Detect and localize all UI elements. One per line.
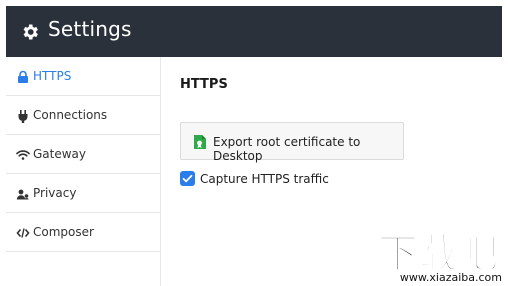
watermark-url: www.xiazaiba.com: [399, 271, 502, 284]
sidebar-item-label: Connections: [33, 108, 108, 122]
export-button-label: Export root certificate to Desktop: [213, 135, 361, 163]
watermark: 下载吧 www.xiazaiba.com: [366, 229, 502, 285]
capture-https-checkbox[interactable]: [180, 171, 195, 186]
sidebar-item-gateway[interactable]: Gateway: [6, 135, 161, 174]
sidebar-item-connections[interactable]: Connections: [6, 96, 161, 135]
title-bar: Settings: [6, 6, 502, 57]
export-certificate-button[interactable]: Export root certificate to Desktop: [180, 122, 404, 163]
users-icon: [16, 189, 29, 200]
lock-icon: [18, 70, 28, 83]
code-icon: [16, 228, 30, 238]
sidebar: HTTPS Connections Gateway Privacy Compos…: [6, 57, 161, 286]
watermark-logo: 下载吧: [377, 230, 499, 271]
sidebar-item-composer[interactable]: Composer: [6, 213, 161, 252]
gear-icon: [23, 24, 38, 40]
sidebar-item-label: HTTPS: [33, 69, 72, 83]
sidebar-item-label: Composer: [33, 225, 94, 239]
plug-icon: [18, 110, 28, 123]
certificate-icon: [194, 135, 206, 149]
watermark-logo-text: 下载吧: [378, 231, 498, 271]
section-title: HTTPS: [180, 77, 228, 92]
sidebar-item-label: Gateway: [33, 147, 87, 161]
sidebar-item-label: Privacy: [33, 186, 77, 200]
sidebar-item-privacy[interactable]: Privacy: [6, 174, 161, 213]
capture-https-label[interactable]: Capture HTTPS traffic: [200, 172, 329, 186]
wifi-icon: [16, 150, 30, 160]
app-title: Settings: [48, 17, 132, 41]
sidebar-item-https[interactable]: HTTPS: [6, 57, 161, 96]
checkmark-icon: [182, 174, 193, 183]
